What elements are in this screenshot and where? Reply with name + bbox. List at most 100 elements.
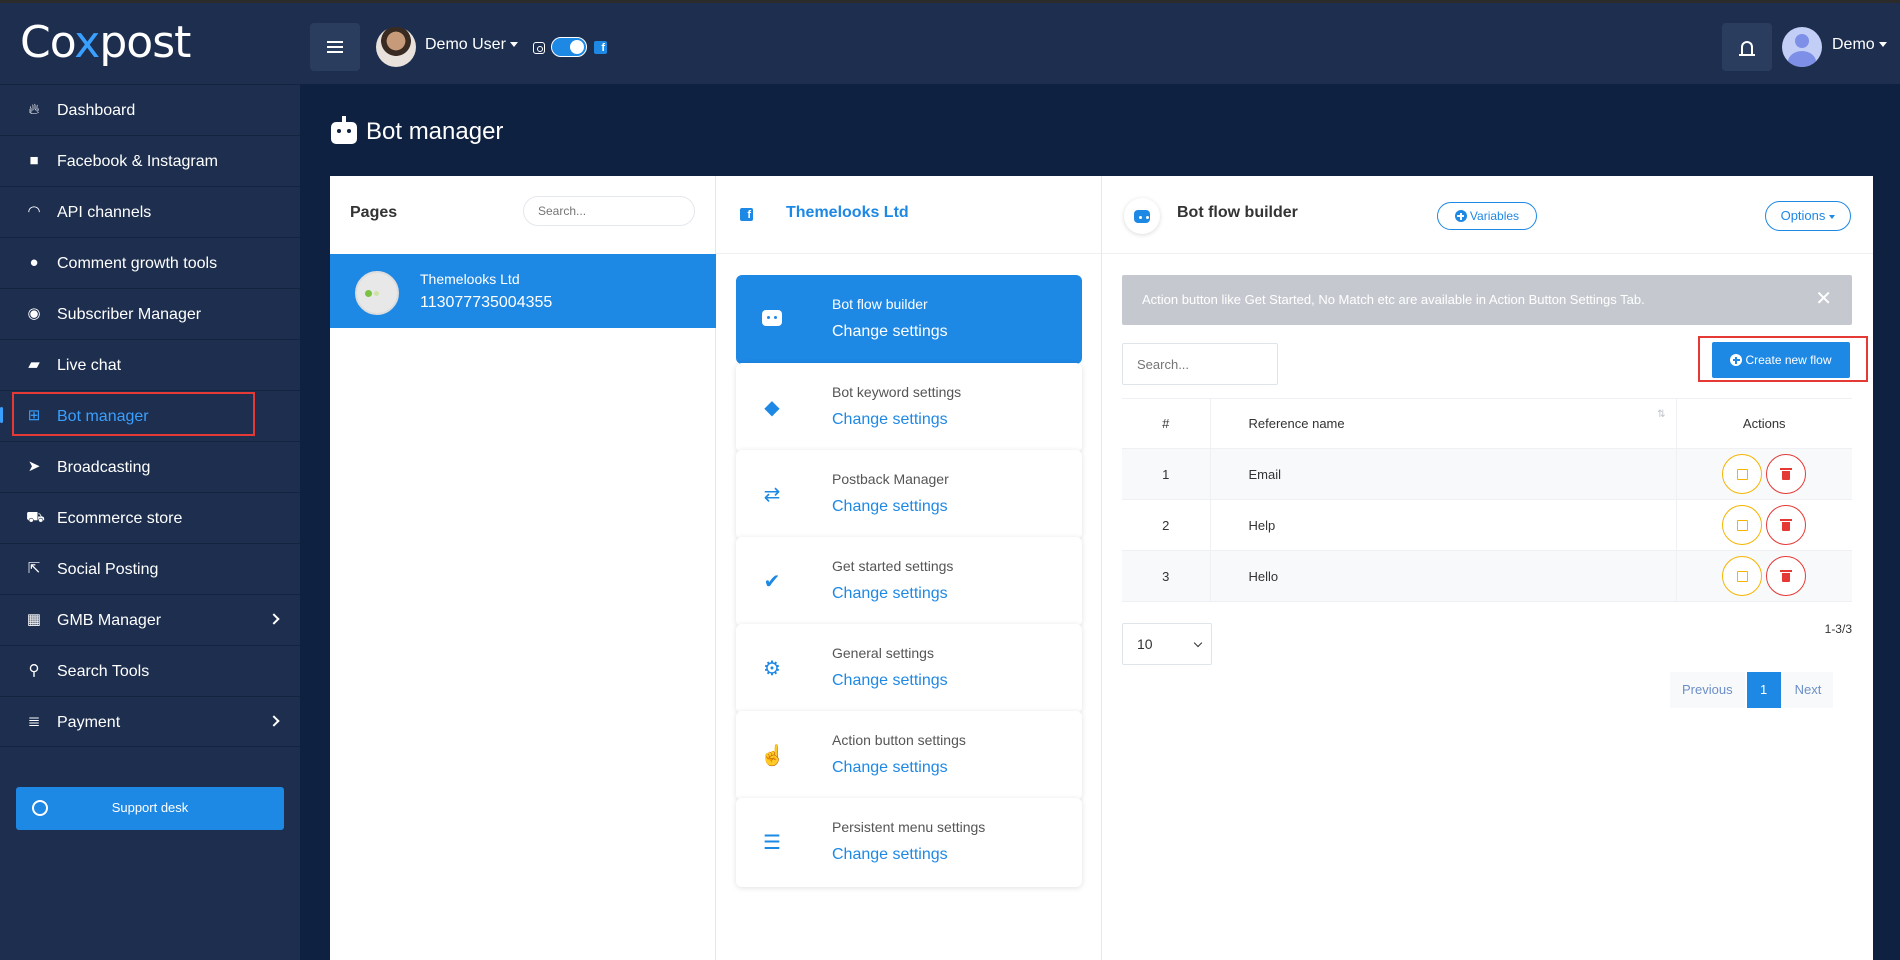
options-button[interactable]: Options xyxy=(1765,201,1851,231)
table-row: 1 Email xyxy=(1122,448,1852,500)
selected-page-name[interactable]: Themelooks Ltd xyxy=(786,204,909,222)
settings-card-get-started[interactable]: ✔ Get started settings Change settings xyxy=(736,537,1082,626)
notifications-button[interactable] xyxy=(1722,23,1772,71)
sidebar-item-facebook-instagram[interactable]: ■ Facebook & Instagram xyxy=(0,135,300,186)
app-logo[interactable]: Coxpost xyxy=(20,17,200,69)
change-settings-link[interactable]: Change settings xyxy=(832,846,948,864)
sidebar-item-label: Comment growth tools xyxy=(57,255,218,272)
change-settings-link[interactable]: Change settings xyxy=(832,672,948,690)
account-avatar[interactable] xyxy=(1782,27,1822,67)
facebook-icon: ■ xyxy=(29,152,39,169)
chevron-down-icon xyxy=(1193,638,1203,648)
edit-button[interactable] xyxy=(1722,556,1763,596)
settings-card-bot-keyword[interactable]: ◆ Bot keyword settings Change settings xyxy=(736,363,1082,452)
pagination: Previous 1 Next xyxy=(1668,672,1834,708)
delete-button[interactable] xyxy=(1766,454,1807,494)
sidebar-item-label: Live chat xyxy=(57,357,122,374)
change-settings-link[interactable]: Change settings xyxy=(832,759,948,777)
chevron-right-icon xyxy=(268,715,280,727)
sidebar-item-label: Social Posting xyxy=(57,561,159,578)
sidebar: 🔥︎ Dashboard ■ Facebook & Instagram ◠ AP… xyxy=(0,84,300,960)
sitemap-icon: ⊞ xyxy=(27,407,41,424)
sidebar-item-payment[interactable]: ≣ Payment xyxy=(0,696,300,747)
sidebar-item-social-posting[interactable]: ⇱ Social Posting xyxy=(0,543,300,594)
page-name: Themelooks Ltd xyxy=(420,271,520,287)
pages-search-input[interactable] xyxy=(523,196,695,226)
page-1-button[interactable]: 1 xyxy=(1746,672,1781,708)
delete-button[interactable] xyxy=(1766,556,1807,596)
sidebar-item-gmb-manager[interactable]: ▦ GMB Manager xyxy=(0,594,300,645)
variables-button[interactable]: Variables xyxy=(1437,202,1537,230)
sidebar-item-label: Subscriber Manager xyxy=(57,306,202,323)
bars-icon: ☰ xyxy=(763,832,781,854)
search-icon: ⚲ xyxy=(28,662,40,679)
page-list-item[interactable]: Themelooks Ltd 113077735004355 xyxy=(330,254,716,328)
sidebar-item-label: API channels xyxy=(57,204,152,221)
change-settings-link[interactable]: Change settings xyxy=(832,498,948,516)
sidebar-item-label: Facebook & Instagram xyxy=(57,153,218,170)
settings-card-bot-flow-builder[interactable]: Bot flow builder Change settings xyxy=(736,275,1082,364)
sidebar-item-ecommerce-store[interactable]: ⛟ Ecommerce store xyxy=(0,492,300,543)
change-settings-link[interactable]: Change settings xyxy=(832,585,948,603)
sidebar-item-live-chat[interactable]: ▰ Live chat xyxy=(0,339,300,390)
sidebar-item-comment-growth-tools[interactable]: ● Comment growth tools xyxy=(0,237,300,288)
instagram-icon xyxy=(533,42,545,54)
user-menu[interactable]: Demo User xyxy=(425,36,518,54)
account-menu[interactable]: Demo xyxy=(1832,36,1887,54)
page-size-select[interactable]: 10 xyxy=(1122,623,1212,665)
delete-button[interactable] xyxy=(1766,505,1807,545)
change-settings-link[interactable]: Change settings xyxy=(832,323,948,341)
check-circle-icon: ✔ xyxy=(763,571,781,593)
table-header-row: # Reference name ⇅ Actions xyxy=(1122,398,1852,449)
settings-card-persistent-menu[interactable]: ☰ Persistent menu settings Change settin… xyxy=(736,798,1082,887)
settings-card-action-button[interactable]: ☝ Action button settings Change settings xyxy=(736,711,1082,800)
table-row: 3 Hello xyxy=(1122,550,1852,602)
robot-icon xyxy=(760,310,784,330)
sidebar-item-broadcasting[interactable]: ➤ Broadcasting xyxy=(0,441,300,492)
caret-down-icon xyxy=(1878,42,1887,48)
next-page-button[interactable]: Next xyxy=(1782,672,1834,708)
sidebar-item-label: Search Tools xyxy=(57,663,150,680)
sidebar-item-subscriber-manager[interactable]: ◉ Subscriber Manager xyxy=(0,288,300,339)
page-title: Bot manager xyxy=(366,118,504,145)
card-title: Bot keyword settings xyxy=(832,384,962,400)
change-settings-link[interactable]: Change settings xyxy=(832,411,948,429)
row-reference-name: Hello xyxy=(1210,550,1677,602)
column-header-number[interactable]: # xyxy=(1122,398,1211,449)
support-desk-button[interactable]: Support desk xyxy=(16,787,284,830)
flow-search-input[interactable] xyxy=(1122,343,1278,385)
flow-header: Bot flow builder Variables Options xyxy=(1102,176,1873,254)
menu-toggle-button[interactable] xyxy=(310,23,360,71)
row-number: 3 xyxy=(1122,550,1211,602)
card-title: Postback Manager xyxy=(832,471,949,487)
row-actions xyxy=(1676,499,1852,551)
comments-icon: ● xyxy=(29,254,39,271)
sidebar-item-api-channels[interactable]: ◠ API channels xyxy=(0,186,300,237)
sort-icon[interactable]: ⇅ xyxy=(1657,409,1665,420)
close-icon[interactable]: ✕ xyxy=(1815,289,1832,309)
edit-button[interactable] xyxy=(1722,505,1763,545)
caret-down-icon xyxy=(509,42,518,48)
edit-button[interactable] xyxy=(1722,454,1763,494)
create-new-flow-button[interactable]: Create new flow xyxy=(1712,342,1850,378)
sidebar-item-dashboard[interactable]: 🔥︎ Dashboard xyxy=(0,84,300,135)
table-row: 2 Help xyxy=(1122,499,1852,551)
settings-header: f Themelooks Ltd xyxy=(716,176,1101,254)
wifi-icon: ◠ xyxy=(27,203,41,220)
info-alert: Action button like Get Started, No Match… xyxy=(1122,275,1852,325)
sidebar-item-search-tools[interactable]: ⚲ Search Tools xyxy=(0,645,300,696)
row-number: 1 xyxy=(1122,448,1211,500)
platform-toggle[interactable] xyxy=(551,37,587,57)
sidebar-item-bot-manager[interactable]: ⊞ Bot manager xyxy=(0,390,300,441)
cart-icon: ⛟ xyxy=(26,509,45,526)
active-indicator xyxy=(0,407,3,423)
user-avatar[interactable] xyxy=(376,27,416,67)
previous-page-button[interactable]: Previous xyxy=(1670,672,1745,708)
settings-card-postback-manager[interactable]: ⇄ Postback Manager Change settings xyxy=(736,450,1082,539)
flow-table: # Reference name ⇅ Actions 1 Email 2 Help… xyxy=(1122,398,1852,602)
paper-plane-icon: ➤ xyxy=(27,458,41,475)
flow-builder-panel: Bot flow builder Variables Options Actio… xyxy=(1102,176,1873,960)
tag-icon: ◆ xyxy=(764,397,780,419)
column-header-reference-name[interactable]: Reference name ⇅ xyxy=(1210,398,1677,449)
settings-card-general[interactable]: ⚙ General settings Change settings xyxy=(736,624,1082,713)
